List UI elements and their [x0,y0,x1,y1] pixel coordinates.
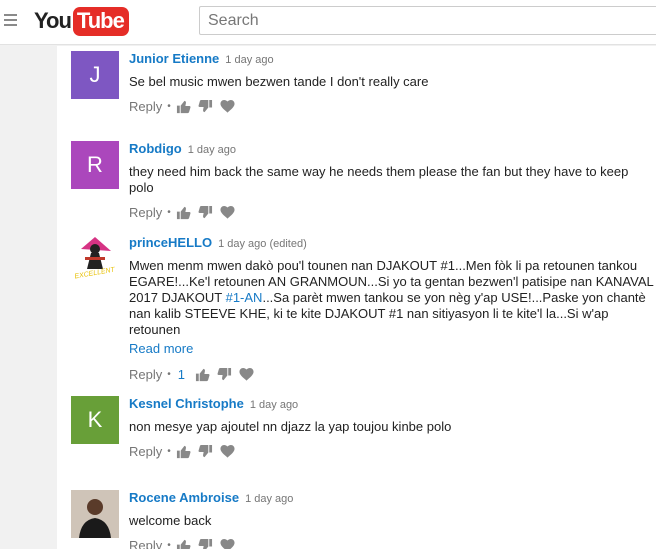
comment-text: welcome back [129,513,212,528]
comment-body: Rocene Ambroise 1 day ago welcome back Re… [129,490,655,549]
comment-author[interactable]: princeHELLO [129,235,212,250]
comment-author[interactable]: Kesnel Christophe [129,396,244,411]
comments-section: J Junior Etienne 1 day ago Se bel music m… [57,46,656,549]
avatar-letter: R [87,152,103,177]
heart-icon[interactable] [220,204,236,220]
avatar[interactable]: J [71,51,119,99]
avatar[interactable] [71,490,119,538]
thumbs-up-icon[interactable] [176,98,192,114]
comment-actions: Reply • [129,537,655,549]
comment-author[interactable]: Junior Etienne [129,51,219,66]
thumbs-up-icon[interactable] [176,537,192,549]
logo-you-text: You [34,8,72,33]
comment-author[interactable]: Robdigo [129,141,182,156]
comment-header: princeHELLO 1 day ago (edited) [129,235,655,252]
comment-text: Mwen menm mwen dakò pou'l tounen nan DJA… [129,258,655,338]
avatar[interactable]: K [71,396,119,444]
top-bar: You Tube [0,0,656,45]
hashtag-link[interactable]: #1-AN [226,290,263,305]
avatar[interactable]: EXCELLENT [71,235,119,283]
comment-actions: Reply • 1 [129,366,655,382]
separator-dot: • [167,100,171,112]
avatar-letter: J [89,62,101,87]
comment-actions: Reply • [129,98,655,114]
comment-text: Se bel music mwen bezwen tande I don't r… [129,74,429,89]
comment-author[interactable]: Rocene Ambroise [129,490,239,505]
comment-header: Kesnel Christophe 1 day ago [129,396,655,413]
reply-button[interactable]: Reply [129,444,162,459]
thumbs-down-icon[interactable] [198,204,214,220]
heart-icon[interactable] [220,443,236,459]
thumbs-up-icon[interactable] [176,204,192,220]
comment-time[interactable]: 1 day ago [188,144,236,156]
thumbs-down-icon[interactable] [198,98,214,114]
separator-dot: • [167,368,171,380]
reply-button[interactable]: Reply [129,205,162,220]
comment-actions: Reply • [129,204,655,220]
search-input[interactable] [200,7,656,34]
like-count: 1 [177,366,185,382]
left-gutter [0,46,57,549]
logo-tube-text: Tube [72,6,129,36]
search-box [199,6,656,35]
comment-body: Junior Etienne 1 day ago Se bel music mwe… [129,51,655,114]
separator-dot: • [167,206,171,218]
avatar[interactable]: R [71,141,119,189]
comment-text: they need him back the same way he needs… [129,164,629,195]
comment-actions: Reply • [129,443,655,459]
reply-button[interactable]: Reply [129,367,162,382]
comment-body: Kesnel Christophe 1 day ago non mesye yap… [129,396,655,459]
avatar-letter: K [87,407,103,432]
thumbs-down-icon[interactable] [198,537,214,549]
separator-dot: • [167,445,171,457]
comment-time[interactable]: 1 day ago [245,493,293,505]
thumbs-up-icon[interactable] [194,366,210,382]
comment-header: Junior Etienne 1 day ago [129,51,655,68]
heart-icon[interactable] [220,98,236,114]
reply-button[interactable]: Reply [129,538,162,549]
comment-body: Robdigo 1 day ago they need him back the … [129,141,655,220]
thumbs-up-icon[interactable] [176,443,192,459]
avatar-image: EXCELLENT [71,235,119,283]
reply-button[interactable]: Reply [129,99,162,114]
comment-time[interactable]: 1 day ago (edited) [218,238,307,250]
comment-time[interactable]: 1 day ago [250,399,298,411]
thumbs-down-icon[interactable] [216,366,232,382]
avatar-photo [71,490,119,538]
comment-header: Rocene Ambroise 1 day ago [129,490,655,507]
menu-icon[interactable] [4,14,17,26]
youtube-logo[interactable]: You Tube [34,6,129,36]
comment-text: non mesye yap ajoutel nn djazz la yap to… [129,419,452,434]
separator-dot: • [167,539,171,549]
heart-icon[interactable] [220,537,236,549]
heart-icon[interactable] [238,366,254,382]
read-more-link[interactable]: Read more [129,341,193,357]
comment-time[interactable]: 1 day ago [225,54,273,66]
comment-body: princeHELLO 1 day ago (edited) Mwen menm … [129,235,655,382]
comment-header: Robdigo 1 day ago [129,141,655,158]
thumbs-down-icon[interactable] [198,443,214,459]
